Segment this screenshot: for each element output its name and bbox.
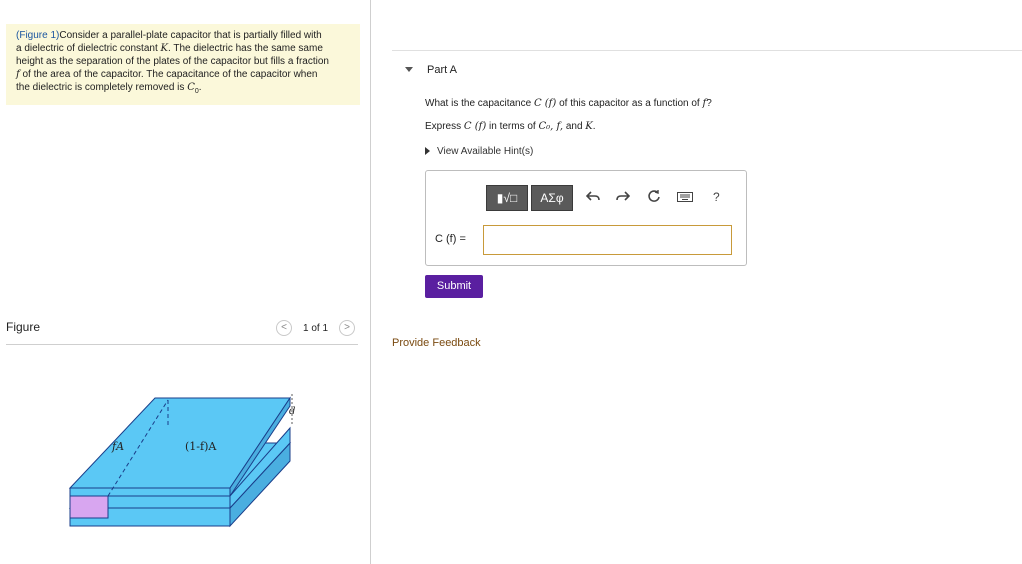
statement-line-5: the dielectric is completely removed is [16,82,188,93]
dielectric-front [69,495,109,519]
question-text: What is the capacitance C (f) of this ca… [425,98,712,109]
keyboard-icon[interactable] [677,192,693,202]
capacitor-figure: fA (1-f)A d [68,394,295,528]
label-rest: (1-f)A [185,440,217,453]
statement-line-4: of the area of the capacitor. The capaci… [19,69,318,80]
question-post: ? [706,98,712,109]
greek-symbols-button[interactable]: AΣφ [531,185,573,211]
express-terms: C₀, f, [538,121,564,132]
express-mid: in terms of [486,121,539,132]
view-hints-link[interactable]: View Available Hint(s) [425,146,533,157]
panel-divider [370,0,371,564]
question-mid: of this capacitor as a function of [556,98,703,109]
figure-prev-button[interactable]: < [276,320,292,336]
statement-line-2: a dielectric of dielectric constant [16,43,161,54]
collapse-triangle-icon[interactable] [405,67,413,72]
answer-label: C (f) = [435,233,466,245]
label-fa: fA [111,440,124,453]
figure-next-button[interactable]: > [339,320,355,336]
statement-period: . [198,82,202,93]
undo-icon[interactable] [586,189,600,203]
var-k: K [160,43,168,54]
templates-button[interactable]: ▮√□ [486,185,528,211]
answer-input[interactable] [483,225,732,255]
express-pre: Express [425,121,464,132]
part-a-header[interactable]: Part A [392,50,1022,91]
question-pre: What is the capacitance [425,98,534,109]
figure-title: Figure [6,320,41,334]
express-post: . [592,121,596,132]
figure-pager-text: 1 of 1 [303,323,329,334]
express-and: and [563,121,586,132]
figure-link[interactable]: (Figure 1) [16,30,59,41]
help-button[interactable]: ? [713,189,720,205]
part-a-title: Part A [427,64,457,76]
redo-icon[interactable] [616,189,630,203]
statement-line-2-end: . The dielectric has the same same [168,43,323,54]
statement-line-1: Consider a parallel-plate capacitor that… [59,30,322,41]
statement-line-3: height as the separation of the plates o… [16,56,329,67]
provide-feedback-link[interactable]: Provide Feedback [392,337,481,349]
express-expr: C (f) [463,121,487,132]
var-c: C [187,82,195,93]
hints-label: View Available Hint(s) [437,146,534,157]
expand-triangle-icon [425,147,430,156]
top-plate-front [69,487,231,497]
express-k: K [585,121,593,132]
express-instructions: Express C (f) in terms of C₀, f, and K. [425,121,596,132]
answer-box: ▮√□ AΣφ ? C (f) = [425,170,747,266]
question-expr: C (f) [533,98,557,109]
problem-statement: (Figure 1)Consider a parallel-plate capa… [6,24,360,105]
submit-button[interactable]: Submit [425,275,483,298]
label-d: d [289,406,295,417]
reset-icon[interactable] [647,189,661,203]
figure-header: Figure < 1 of 1 > [6,318,358,345]
